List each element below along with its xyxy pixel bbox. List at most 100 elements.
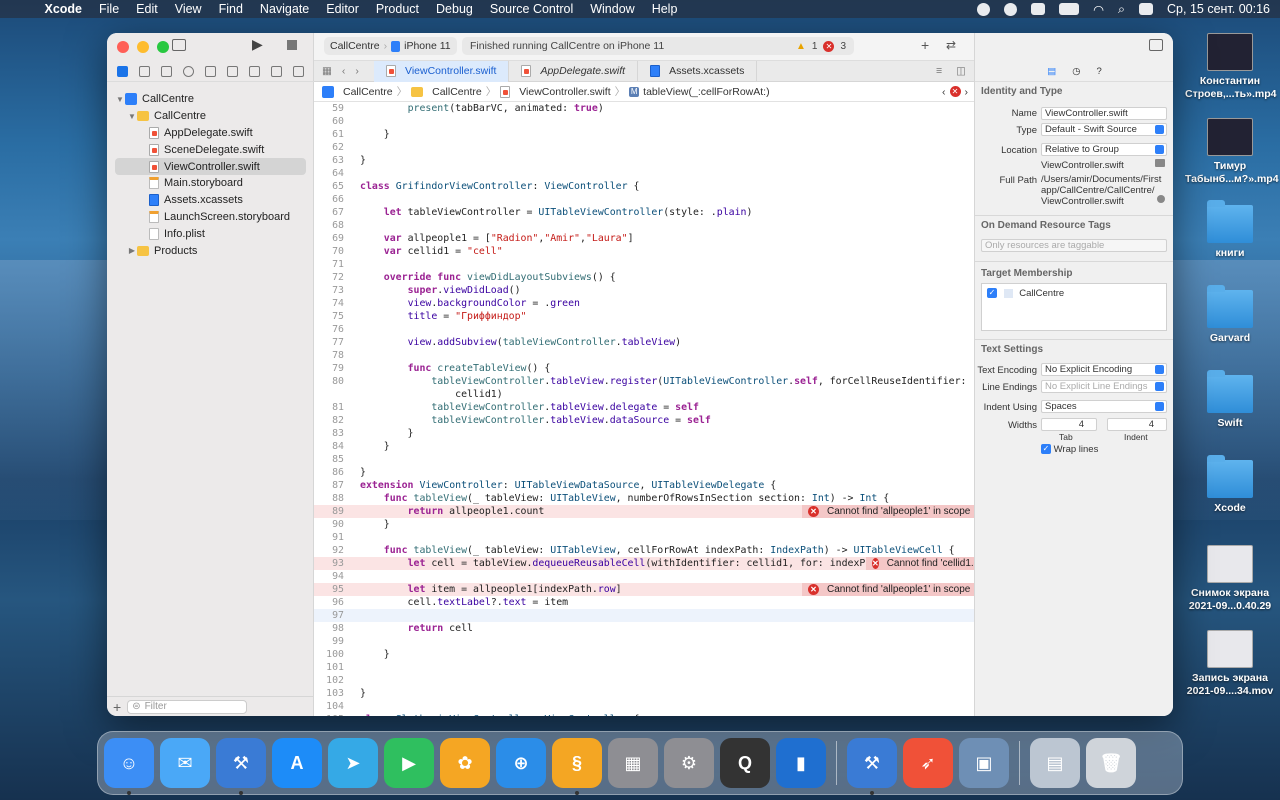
line-endings-popup[interactable]: No Explicit Line Endings [1041,380,1167,393]
code-line[interactable]: 73 super.viewDidLoad() [314,284,974,297]
code-line[interactable]: 93 let cell = tableView.dequeueReusableC… [314,557,974,570]
location-popup[interactable]: Relative to Group [1041,143,1167,156]
code-line[interactable]: 98 return cell [314,622,974,635]
location-icon[interactable] [977,2,991,16]
search-icon[interactable]: ⌕ [1118,2,1125,17]
dock-app-system-preferences[interactable]: ⚙ [664,738,714,788]
target-checkbox[interactable]: ✓ [987,288,997,299]
code-line[interactable]: 63} [314,154,974,167]
tab-width-stepper[interactable]: 4 [1041,418,1097,431]
code-line[interactable]: 96 cell.textLabel?.text = item [314,596,974,609]
breakpoint-navigator-icon[interactable] [271,66,283,77]
menu-view[interactable]: View [166,2,210,16]
desktop-file-screenshot[interactable]: Снимок экрана 2021-09...0.40.29 [1185,545,1275,613]
issue-error-icon[interactable]: ✕ [949,86,961,97]
code-line[interactable]: 92 func tableView(_ tableView: UITableVi… [314,544,974,557]
reveal-in-finder-icon[interactable] [1157,195,1165,203]
code-line[interactable]: 87 extension ViewController: UITableViewD… [314,479,974,492]
folder-reveal-icon[interactable] [1155,159,1165,167]
code-line[interactable]: 94 [314,570,974,583]
code-line[interactable]: 102 [314,674,974,687]
code-line[interactable]: 95 let item = allpeople1[indexPath.row] ✕… [314,583,974,596]
desktop-folder-garvard[interactable]: Garvard [1185,285,1275,345]
menu-app[interactable]: Xcode [36,2,91,16]
filter-input[interactable]: ⊜ Filter [127,699,248,714]
type-popup[interactable]: Default - Swift Source [1041,123,1167,136]
dock-app-preview[interactable]: ▣ [959,738,1009,788]
find-navigator-icon[interactable] [182,66,194,77]
code-line[interactable]: 70 var cellid1 = "cell" [314,245,974,258]
code-line[interactable]: 101 [314,661,974,674]
dock-app-launchpad[interactable]: ▦ [608,738,658,788]
jump-item-group[interactable]: CallCentre [432,86,482,98]
desktop-file-video-2[interactable]: Тимур Табынб...м?».mp4 [1185,118,1279,186]
dock-app-downloads[interactable]: ▤ [1030,738,1080,788]
code-line[interactable]: 105class SlytherinViewController: ViewCo… [314,713,974,716]
name-field[interactable]: ViewController.swift [1041,107,1167,120]
code-line[interactable]: 76 [314,323,974,336]
menu-debug[interactable]: Debug [428,2,482,16]
desktop-folder-knigi[interactable]: книги [1185,200,1275,260]
menu-file[interactable]: File [91,2,128,16]
project-navigator-icon[interactable] [116,66,128,77]
source-control-navigator-icon[interactable] [138,66,150,77]
file-tree-item[interactable]: LaunchScreen.storyboard [107,209,314,226]
dock-app-xcode[interactable]: ⚒ [216,738,266,795]
desktop-file-recording[interactable]: Запись экрана 2021-09....34.mov [1185,630,1275,698]
file-tree-item[interactable]: Main.storyboard [107,175,314,192]
minimize-window-button[interactable] [137,41,149,53]
debug-navigator-icon[interactable] [249,66,261,77]
inline-error[interactable]: ✕ Cannot find 'allpeople1' in scope [802,583,974,596]
toggle-inspector-icon[interactable] [1149,39,1163,51]
file-tree-item[interactable]: ViewController.swift [115,158,306,175]
file-tree-item[interactable]: ▼ CallCentre [107,91,314,108]
scheme-selector[interactable]: CallCentre › iPhone 11 [324,37,457,55]
menu-editor[interactable]: Editor [318,2,368,16]
dock-app-photos[interactable]: ✿ [440,738,490,788]
library-add-icon[interactable]: + [921,37,929,53]
test-navigator-icon[interactable] [227,66,239,77]
code-line[interactable]: 79 func createTableView() { [314,362,974,375]
menu-edit[interactable]: Edit [128,2,167,16]
encoding-popup[interactable]: No Explicit Encoding [1041,363,1167,376]
code-line[interactable]: 88 func tableView(_ tableView: UITableVi… [314,492,974,505]
file-tree-item[interactable]: ▼ CallCentre [107,108,314,125]
editor-options-icon[interactable]: ≡ [936,65,942,77]
menu-help[interactable]: Help [643,2,686,16]
code-line[interactable]: 86} [314,466,974,479]
dock-app-facetime[interactable]: ▶ [384,738,434,788]
dock-app-quicktime[interactable]: Q [720,738,770,788]
file-tree-item[interactable]: ▶ Products [107,242,314,259]
prev-issue-icon[interactable]: ‹ [942,86,946,98]
desktop-folder-swift[interactable]: Swift [1185,370,1275,430]
code-line[interactable]: 67 let tableViewController = UITableView… [314,206,974,219]
menu-window[interactable]: Window [582,2,643,16]
add-icon[interactable]: + [113,699,121,715]
dock-app-swift-playgrounds[interactable]: ➶ [903,738,953,788]
next-issue-icon[interactable]: › [965,86,969,98]
dock-app-scrivener[interactable]: § [552,738,602,795]
code-line[interactable]: 65 class GrifindorViewController: ViewCon… [314,180,974,193]
keyboard-a-icon[interactable] [1031,3,1046,15]
code-line[interactable]: 62 [314,141,974,154]
dock-app-telegram[interactable]: ➤ [328,738,378,788]
file-tree-item[interactable]: SceneDelegate.swift [107,141,314,158]
code-line[interactable]: 91 [314,531,974,544]
jump-item-file[interactable]: ViewController.swift [519,86,610,98]
code-line[interactable]: 100 } [314,648,974,661]
code-line[interactable]: 71 [314,258,974,271]
dock-app-trello[interactable]: ▮ [776,738,826,788]
file-tree-item[interactable]: AppDelegate.swift [107,125,314,142]
jump-item-project[interactable]: CallCentre [343,86,393,98]
disclosure-triangle-icon[interactable]: ▶ [127,246,137,255]
dock-app-safari[interactable]: ⊕ [496,738,546,788]
code-line[interactable]: 78 [314,349,974,362]
jump-item-method[interactable]: tableView(_:cellForRowAt:) [643,86,769,98]
code-line[interactable]: 99 [314,635,974,648]
inline-error[interactable]: ✕ Cannot find 'cellid1... [866,557,974,570]
code-line[interactable]: 68 [314,219,974,232]
history-inspector-icon[interactable]: ◷ [1072,66,1080,77]
play-status-icon[interactable] [1004,2,1018,16]
split-editor-icon[interactable]: ◫ [956,65,966,77]
dock-app-mail[interactable]: ✉ [160,738,210,788]
